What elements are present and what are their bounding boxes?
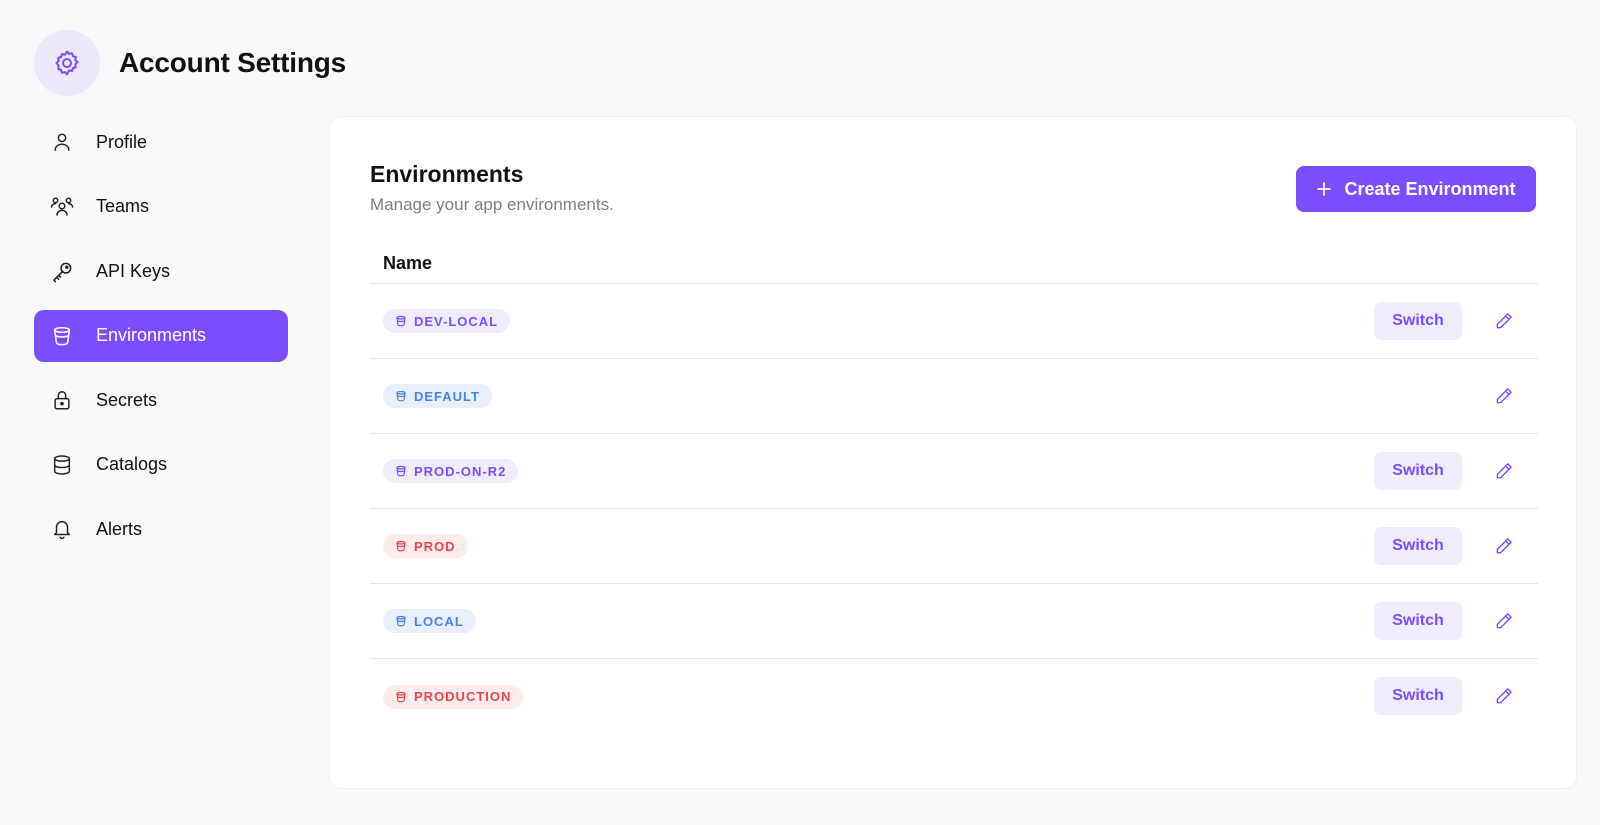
environment-badge: LOCAL [383,609,476,633]
bucket-icon [395,691,407,703]
environment-badge: PRODUCTION [383,684,524,709]
sidebar-item-label: Profile [96,131,148,152]
sidebar-item-label: Environments [96,325,207,345]
pencil-icon[interactable] [1492,609,1516,633]
environment-badge: DEV-LOCAL [383,309,511,333]
environments-panel: Environments Manage your app environment… [329,116,1577,789]
sidebar-item-label: Alerts [96,518,143,539]
section-subtitle: Manage your app environments. [370,195,614,214]
environment-name: PROD [414,538,456,554]
create-environment-button[interactable]: Create Environment [1296,166,1536,212]
sidebar-item-api-keys[interactable]: API Keys [34,245,288,297]
switch-button[interactable]: Switch [1374,302,1462,340]
key-icon [50,259,74,283]
table-row: PROD-ON-R2 Switch [370,434,1538,509]
sidebar-item-secrets[interactable]: Secrets [34,374,288,426]
pencil-icon[interactable] [1492,384,1516,408]
sidebar-item-label: Catalogs [96,454,168,474]
table-row: PRODUCTION Switch [370,659,1538,734]
bell-icon [50,517,74,541]
page-header: Account Settings [34,30,346,96]
bucket-icon [395,390,407,402]
sidebar-item-profile[interactable]: Profile [34,116,288,168]
switch-button[interactable]: Switch [1374,677,1462,715]
page-title: Account Settings [119,47,347,78]
pencil-icon[interactable] [1492,459,1516,483]
table-row: DEV-LOCAL Switch [370,284,1538,359]
sidebar-item-catalogs[interactable]: Catalogs [34,439,288,491]
sidebar-item-environments[interactable]: Environments [34,309,288,362]
table-row: LOCAL Switch [370,584,1538,659]
bucket-icon [395,465,407,477]
sidebar-item-label: Secrets [96,389,158,410]
section-title: Environments [370,161,524,187]
sidebar-item-label: Teams [96,196,150,216]
environment-badge: PROD [383,534,468,558]
sidebar-item-label: API Keys [96,260,171,281]
table-row: PROD Switch [370,509,1538,584]
sidebar-item-alerts[interactable]: Alerts [34,503,288,555]
bucket-icon [395,615,407,627]
create-environment-label: Create Environment [1344,178,1516,199]
settings-sidebar: Profile Teams API Keys Environments Secr… [34,116,288,568]
user-icon [50,130,74,154]
environment-name: PROD-ON-R2 [414,463,507,479]
lock-icon [50,388,74,412]
plus-icon [1316,181,1332,197]
pencil-icon[interactable] [1492,684,1516,708]
bucket-icon [50,324,74,348]
switch-button[interactable]: Switch [1374,452,1462,490]
bucket-icon [395,540,407,552]
bucket-icon [395,315,407,327]
environment-badge: DEFAULT [383,384,492,408]
switch-button[interactable]: Switch [1374,602,1462,640]
database-icon [50,453,74,477]
environment-name: DEV-LOCAL [414,313,499,329]
environment-name: LOCAL [414,613,464,629]
sidebar-item-teams[interactable]: Teams [34,181,288,233]
switch-button[interactable]: Switch [1374,527,1462,565]
gear-icon [34,30,100,96]
pencil-icon[interactable] [1492,534,1516,558]
table-row: DEFAULT [370,359,1538,434]
pencil-icon[interactable] [1492,309,1516,333]
environment-name: DEFAULT [414,388,480,404]
environment-badge: PROD-ON-R2 [383,459,519,483]
column-header-name: Name [370,243,1538,284]
environments-table: Name DEV-LOCAL Switch DEFAULT PROD-ON-R2 Swi… [370,243,1538,734]
users-icon [50,195,74,219]
environment-name: PRODUCTION [414,689,512,704]
